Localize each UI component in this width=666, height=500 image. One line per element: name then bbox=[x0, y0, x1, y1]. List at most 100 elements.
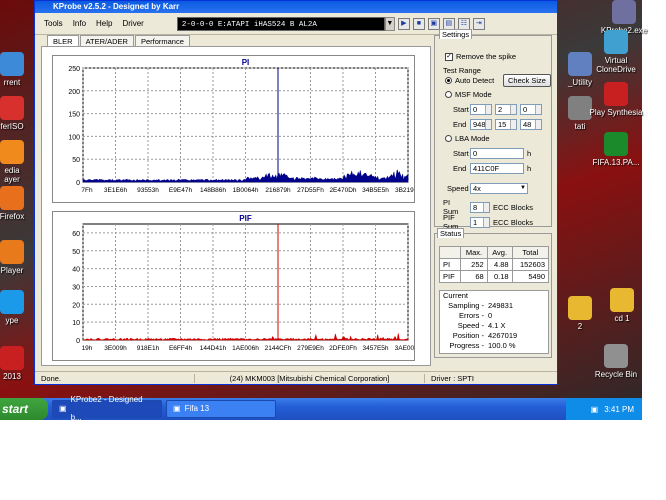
menu-help[interactable]: Help bbox=[91, 19, 117, 28]
menu-info[interactable]: Info bbox=[68, 19, 91, 28]
current-row: Sampling -249831 bbox=[448, 301, 514, 310]
app-icon bbox=[604, 82, 628, 106]
remove-spike-checkbox[interactable]: ✓ bbox=[445, 52, 453, 61]
lba-end-unit: h bbox=[527, 164, 532, 173]
current-row: Position -4267019 bbox=[452, 331, 518, 340]
desktop-icon[interactable]: FIFA.13.PA... bbox=[588, 132, 644, 167]
taskbar-item[interactable]: ▣ Fifa 13 bbox=[166, 400, 276, 418]
msf-mode-radio[interactable] bbox=[445, 91, 452, 98]
status-left: Done. bbox=[35, 373, 195, 383]
play-icon[interactable]: ▶ bbox=[397, 17, 410, 30]
app-icon bbox=[0, 96, 24, 120]
remove-spike-label: Remove the spike bbox=[456, 52, 517, 61]
taskbar-item[interactable]: ▣ KProbe2 - Designed b... bbox=[52, 395, 162, 422]
app-icon bbox=[604, 132, 628, 156]
window-icon: ▣ bbox=[59, 404, 67, 413]
y-tick-label: 20 bbox=[72, 302, 80, 309]
app-icon bbox=[0, 290, 24, 314]
window-title[interactable]: KProbe v2.5.2 - Designed by Karr bbox=[35, 1, 557, 13]
drive-select[interactable]: 2-0-0-0 E:ATAPI iHAS524 B AL2A bbox=[176, 16, 385, 31]
pif-sum-input[interactable]: 1 bbox=[470, 216, 490, 228]
pif-chart: PIF 0 10 20 30 40 50 60 19h 3E009h 918E1h E6FF4h 144… bbox=[52, 211, 422, 361]
auto-detect-radio[interactable] bbox=[445, 77, 452, 84]
chevron-down-icon[interactable]: ▼ bbox=[384, 16, 395, 31]
msf-end-frame[interactable]: 48 bbox=[520, 119, 542, 130]
status-disc: (24) MKM003 [Mitsubishi Chemical Corpora… bbox=[195, 373, 425, 383]
x-tick-label: 918E1h bbox=[137, 345, 160, 352]
pi-sum-input[interactable]: 8 bbox=[470, 201, 490, 213]
chart-icon[interactable]: ▤ bbox=[442, 17, 455, 30]
menu-tools[interactable]: Tools bbox=[39, 19, 68, 28]
x-tick-label: 27D55Fh bbox=[297, 187, 324, 194]
check-size-button[interactable]: Check Size bbox=[503, 74, 551, 87]
settings-icon[interactable]: ☷ bbox=[457, 17, 470, 30]
y-tick-label: 250 bbox=[68, 66, 80, 73]
window-icon: ▣ bbox=[173, 404, 181, 413]
msf-start-sec[interactable]: 2 bbox=[495, 104, 517, 115]
stop-icon[interactable]: ■ bbox=[412, 17, 425, 30]
start-button[interactable]: start bbox=[0, 398, 48, 420]
lba-start-label: Start bbox=[453, 149, 469, 158]
x-tick-label: 93553h bbox=[137, 187, 159, 194]
status-tab[interactable]: Status bbox=[437, 228, 465, 238]
table-row: PIF 68 0.18 5490 bbox=[438, 270, 550, 283]
app-icon bbox=[604, 344, 628, 368]
speed-select[interactable]: 4x ▼ bbox=[470, 183, 528, 194]
x-tick-label: 1AE006h bbox=[232, 345, 259, 352]
app-icon bbox=[604, 30, 628, 54]
x-tick-label: 148B86h bbox=[200, 187, 226, 194]
settings-panel: Settings ✓ Remove the spike Test Range A… bbox=[434, 29, 552, 231]
y-tick-label: 150 bbox=[68, 112, 80, 119]
y-tick-label: 10 bbox=[72, 320, 80, 327]
msf-mode-label: MSF Mode bbox=[455, 90, 492, 99]
x-tick-label: 2DFE0Fh bbox=[329, 345, 357, 352]
current-row: Progress -100.0 % bbox=[449, 341, 516, 350]
settings-tab[interactable]: Settings bbox=[439, 29, 473, 39]
desktop-icon-label: ferISO bbox=[0, 122, 24, 131]
msf-start-frame[interactable]: 0 bbox=[520, 104, 542, 115]
desktop-icon-label: ype bbox=[5, 316, 19, 325]
x-tick-label: E6FF4h bbox=[169, 345, 193, 352]
menu-bar: Tools Info Help Driver 2-0-0-0 E:ATAPI i… bbox=[35, 13, 557, 35]
y-tick-label: 60 bbox=[72, 231, 80, 238]
app-icon bbox=[0, 52, 24, 76]
network-icon[interactable]: ▣ bbox=[591, 405, 599, 414]
msf-end-sec[interactable]: 15 bbox=[495, 119, 517, 130]
x-tick-label: 2E470Dh bbox=[329, 187, 356, 194]
taskbar-item-label: Fifa 13 bbox=[184, 404, 210, 413]
lba-end-input[interactable]: 411C0F bbox=[470, 163, 524, 174]
desktop-icon[interactable]: Recycle Bin bbox=[588, 344, 644, 379]
desktop-icon-label: 2 bbox=[577, 322, 583, 331]
desktop-icon[interactable]: cd 1 bbox=[594, 288, 650, 323]
desktop-icon-label: Play Synthesia bbox=[589, 108, 643, 117]
app-icon bbox=[612, 0, 636, 24]
x-tick-label: 34B5E5h bbox=[362, 187, 389, 194]
msf-end-min[interactable]: 948 bbox=[470, 119, 492, 130]
desktop-icon[interactable]: Play Synthesia bbox=[588, 82, 644, 117]
x-tick-label: 3E009h bbox=[104, 345, 127, 352]
y-tick-label: 40 bbox=[72, 267, 80, 274]
chevron-down-icon: ▼ bbox=[520, 185, 526, 191]
x-tick-label: E9E47h bbox=[169, 187, 193, 194]
menu-driver[interactable]: Driver bbox=[117, 19, 148, 28]
save-icon[interactable]: ▣ bbox=[427, 17, 440, 30]
x-tick-label: 19h bbox=[82, 345, 93, 352]
system-tray: ▣ 3:41 PM bbox=[566, 398, 642, 420]
lba-start-input[interactable]: 0 bbox=[470, 148, 524, 159]
desktop-icon[interactable]: Virtual CloneDrive bbox=[588, 30, 644, 74]
speed-label: Speed bbox=[447, 184, 469, 193]
desktop-icon-label: Virtual CloneDrive bbox=[596, 56, 636, 74]
exit-icon[interactable]: ⇥ bbox=[472, 17, 485, 30]
app-icon bbox=[610, 288, 634, 312]
y-tick-label: 100 bbox=[68, 134, 80, 141]
msf-start-min[interactable]: 0 bbox=[470, 104, 492, 115]
clock[interactable]: 3:41 PM bbox=[604, 405, 634, 414]
x-tick-label: 279E9Eh bbox=[297, 345, 324, 352]
msf-end-label: End bbox=[453, 120, 467, 129]
lba-mode-radio[interactable] bbox=[445, 135, 452, 142]
app-icon bbox=[0, 186, 24, 210]
status-panel: Status Max. Avg. Total PI 252 4.88 15260… bbox=[434, 228, 552, 358]
current-label: Current bbox=[443, 291, 469, 300]
x-tick-label: 3B2193h bbox=[395, 187, 414, 194]
current-row: Errors -0 bbox=[459, 311, 493, 320]
